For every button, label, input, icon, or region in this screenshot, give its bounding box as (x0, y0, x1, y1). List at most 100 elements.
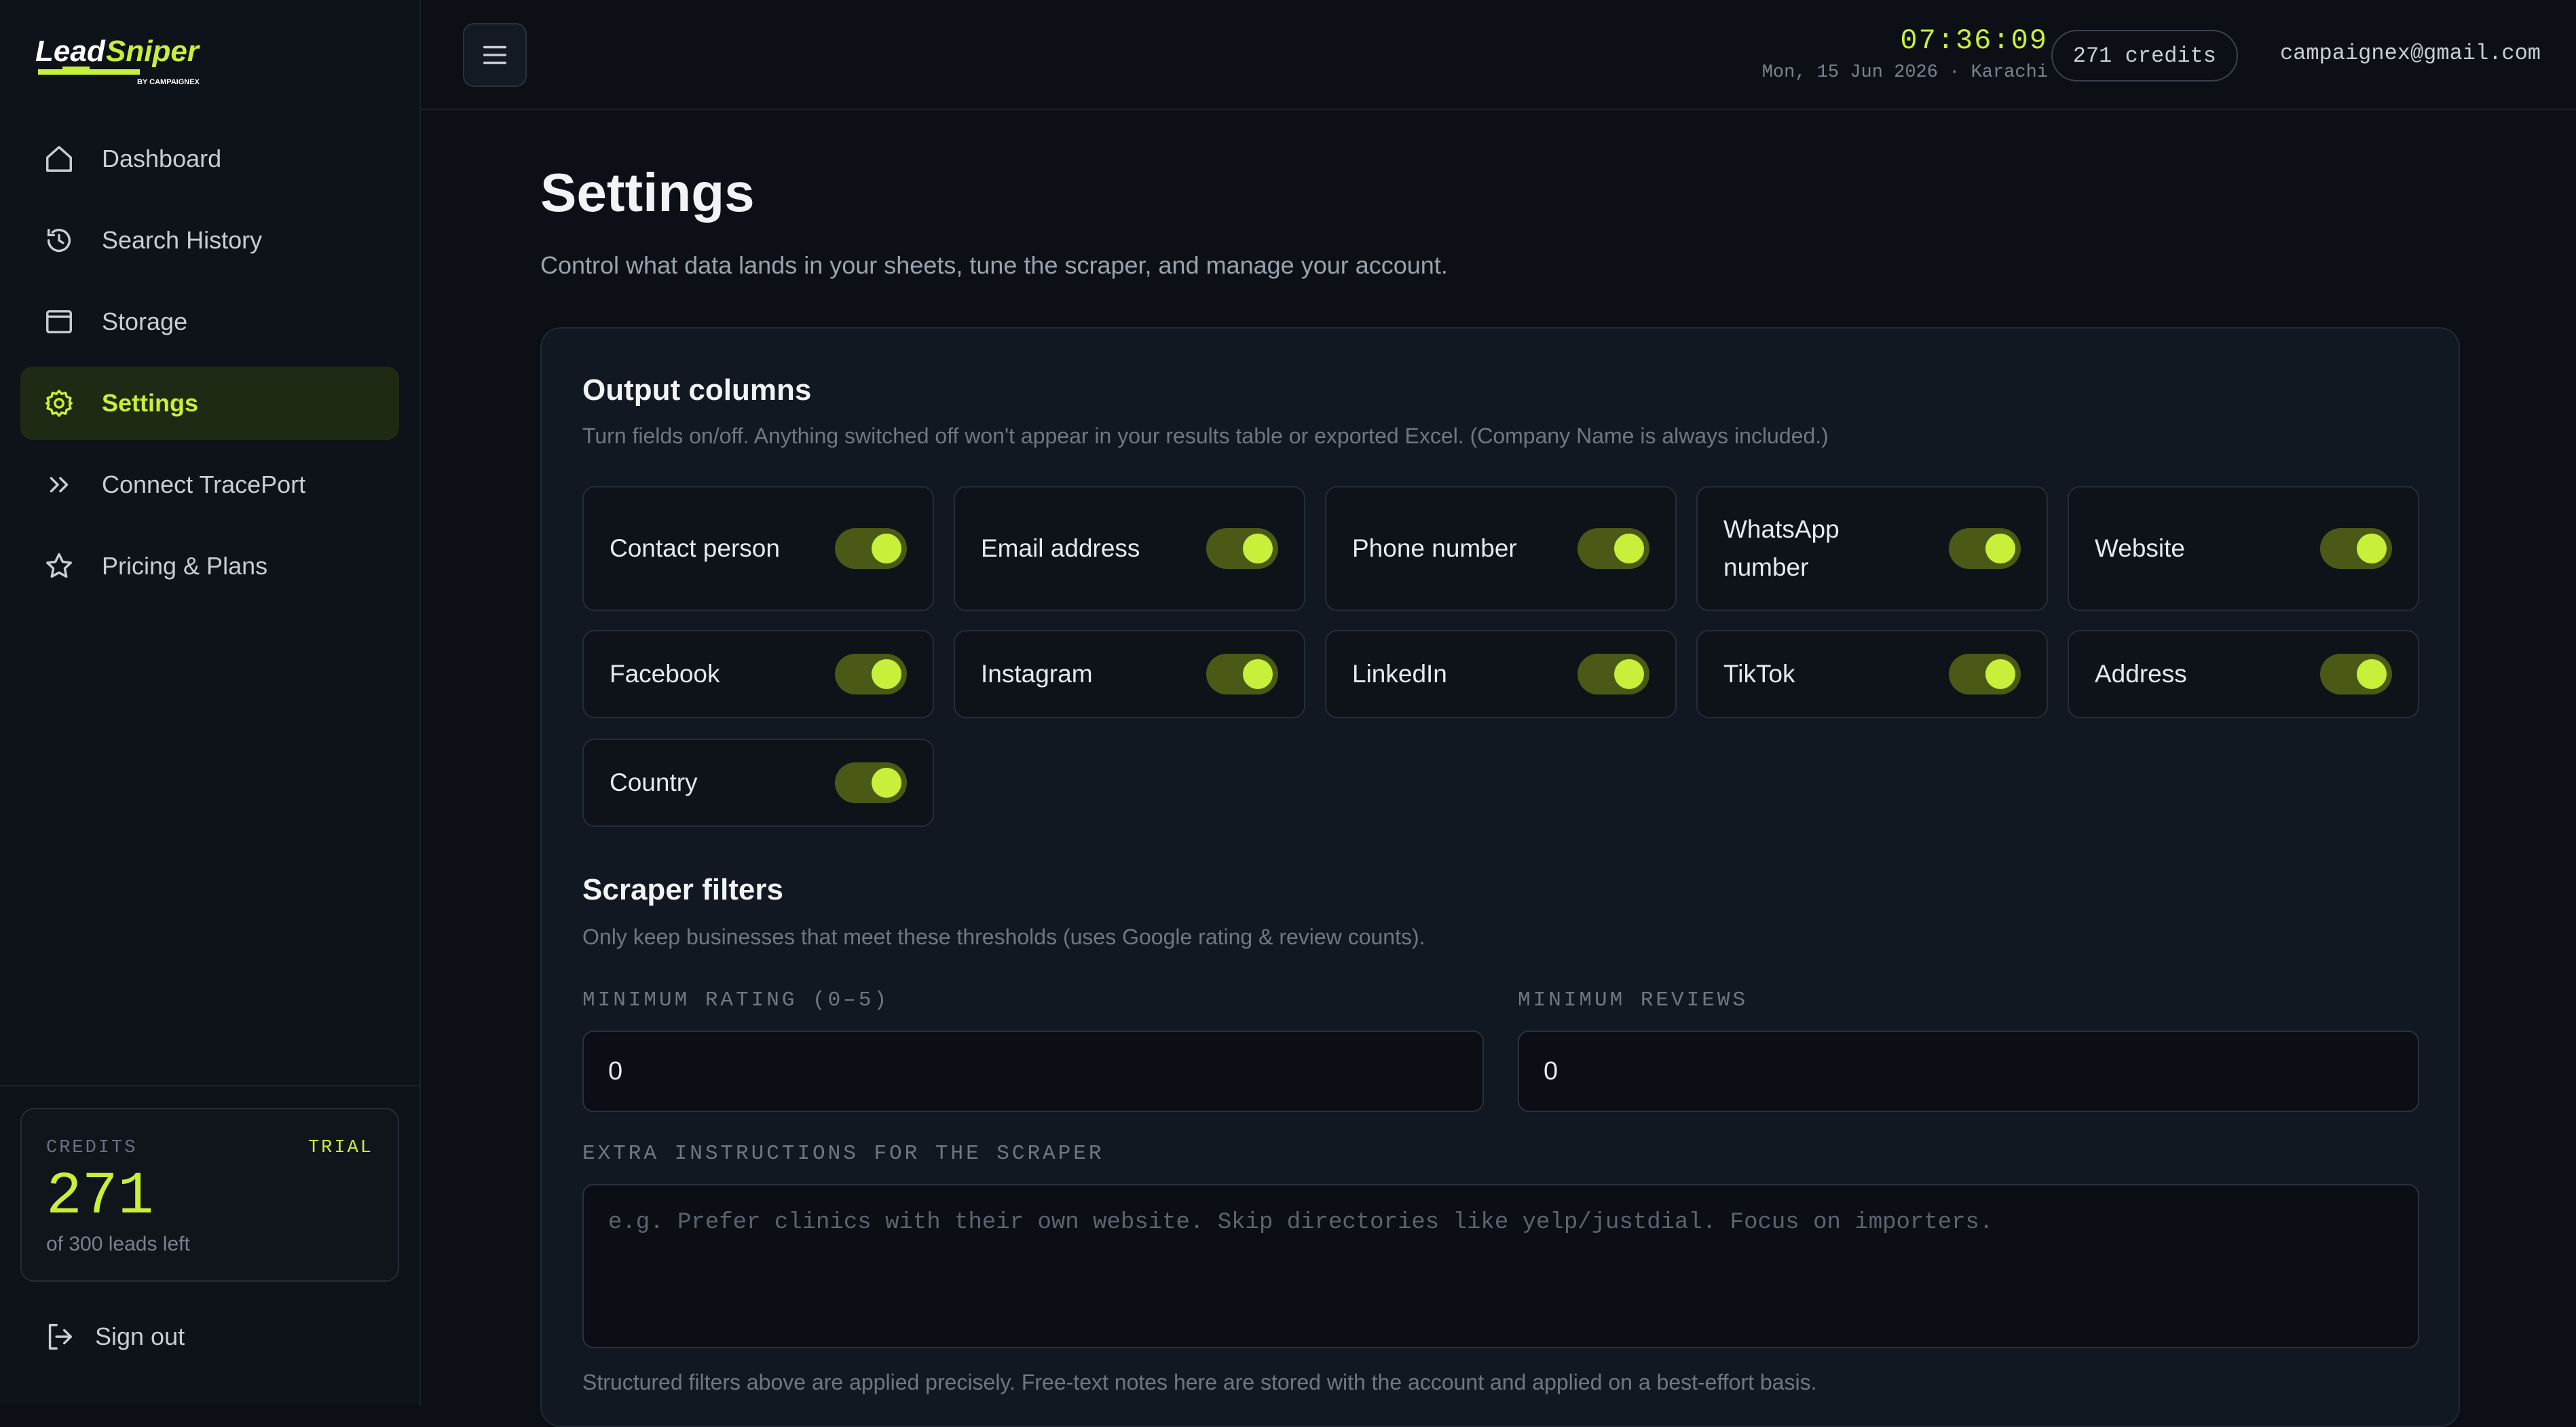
toggle-knob (1614, 659, 1644, 689)
sidebar-divider (0, 1085, 421, 1086)
column-label: Contact person (610, 534, 780, 562)
sidebar-item-search-history[interactable]: Search History (20, 204, 399, 277)
star-icon (43, 551, 75, 582)
archive-icon (43, 306, 75, 337)
toggle-switch[interactable] (1949, 654, 2021, 694)
svg-text:Sniper: Sniper (106, 35, 201, 68)
toggle-knob (1243, 659, 1273, 689)
column-label: Country (610, 768, 698, 796)
sidebar-item-label: Storage (102, 308, 188, 335)
toggle-switch[interactable] (835, 528, 907, 569)
min-reviews-input[interactable]: 0 (1518, 1031, 2419, 1112)
main-content: 07:36:09 Mon, 15 Jun 2026 · Karachi 271 … (421, 0, 2576, 1427)
sidebar-item-label: Dashboard (102, 145, 222, 172)
credits-card: CREDITS TRIAL 271 of 300 leads left (20, 1108, 399, 1282)
column-label: Website (2095, 534, 2185, 562)
column-toggle-instagram[interactable]: Instagram (954, 630, 1305, 718)
column-toggle-contact-person[interactable]: Contact person (582, 486, 934, 611)
home-icon (43, 143, 75, 174)
sidebar-item-pricing[interactable]: Pricing & Plans (20, 530, 399, 603)
toggle-knob (872, 534, 901, 563)
credits-pill[interactable]: 271 credits (2051, 30, 2238, 81)
toggle-switch[interactable] (835, 654, 907, 694)
sidebar-item-label: Pricing & Plans (102, 552, 268, 580)
clock: 07:36:09 Mon, 15 Jun 2026 · Karachi (1762, 24, 2048, 83)
account-email[interactable]: campaignex@gmail.com (2280, 41, 2541, 66)
column-toggle-address[interactable]: Address (2068, 630, 2419, 718)
column-label: Phone number (1352, 534, 1517, 562)
toggle-switch[interactable] (1578, 528, 1649, 569)
column-toggle-country[interactable]: Country (582, 739, 934, 827)
column-label: Facebook (610, 660, 720, 688)
toggle-switch[interactable] (835, 762, 907, 803)
column-toggle-phone-number[interactable]: Phone number (1325, 486, 1677, 611)
column-label: Instagram (981, 660, 1093, 688)
column-toggle-website[interactable]: Website (2068, 486, 2419, 611)
toggle-switch[interactable] (1949, 528, 2021, 569)
toggle-knob (1985, 659, 2015, 689)
page-title: Settings (540, 162, 755, 223)
sign-out-label: Sign out (95, 1322, 185, 1350)
toggle-switch[interactable] (2320, 654, 2392, 694)
sign-out-button[interactable]: Sign out (43, 1321, 185, 1352)
gear-icon (43, 388, 75, 419)
column-label: WhatsApp number (1723, 515, 1840, 581)
column-toggle-whatsapp-number[interactable]: WhatsApp number (1696, 486, 2048, 611)
sidebar-item-connect-traceport[interactable]: Connect TracePort (20, 448, 399, 521)
toggle-knob (2357, 534, 2387, 563)
extra-instructions-label: EXTRA INSTRUCTIONS FOR THE SCRAPER (582, 1142, 1104, 1166)
sidebar-item-label: Settings (102, 389, 199, 417)
brand-logo[interactable]: Lead Sniper BY CAMPAIGNEX (35, 30, 212, 88)
toggle-switch[interactable] (1206, 528, 1278, 569)
credits-count: 271 (46, 1164, 154, 1231)
output-columns-desc: Turn fields on/off. Anything switched of… (582, 424, 1829, 448)
column-toggle-linkedin[interactable]: LinkedIn (1325, 630, 1677, 718)
plan-badge: TRIAL (307, 1138, 373, 1158)
scraper-filters-title: Scraper filters (582, 873, 783, 906)
toggle-knob (1985, 534, 2015, 563)
sidebar-item-settings[interactable]: Settings (20, 367, 399, 440)
svg-text:Lead: Lead (35, 35, 106, 68)
column-label: LinkedIn (1352, 660, 1447, 688)
column-toggle-facebook[interactable]: Facebook (582, 630, 934, 718)
output-columns-title: Output columns (582, 373, 812, 407)
toggle-knob (1243, 534, 1273, 563)
clock-date: Mon, 15 Jun 2026 · Karachi (1761, 62, 2048, 83)
topbar: 07:36:09 Mon, 15 Jun 2026 · Karachi 271 … (421, 0, 2576, 110)
credits-label: CREDITS (46, 1138, 138, 1158)
sidebar-nav: Dashboard Search History Storage Setting… (20, 122, 399, 611)
page-subtitle: Control what data lands in your sheets, … (540, 251, 1448, 279)
credits-sub: of 300 leads left (46, 1233, 190, 1255)
sidebar-item-storage[interactable]: Storage (20, 285, 399, 358)
menu-toggle-button[interactable] (463, 23, 527, 87)
toggle-switch[interactable] (1206, 654, 1278, 694)
min-rating-label: MINIMUM RATING (0–5) (582, 988, 890, 1012)
column-label: Email address (981, 534, 1140, 562)
min-rating-input[interactable]: 0 (582, 1031, 1484, 1112)
sidebar-item-label: Connect TracePort (102, 470, 306, 498)
clock-time: 07:36:09 (1900, 24, 2048, 57)
column-toggle-tiktok[interactable]: TikTok (1696, 630, 2048, 718)
sidebar-item-label: Search History (102, 226, 263, 254)
toggle-switch[interactable] (1578, 654, 1649, 694)
sidebar: Lead Sniper BY CAMPAIGNEX Dashboard Sear… (0, 0, 421, 1405)
scraper-filters-desc: Only keep businesses that meet these thr… (582, 925, 1425, 949)
sign-out-icon (48, 1324, 72, 1350)
column-toggle-email-address[interactable]: Email address (954, 486, 1305, 611)
chevrons-right-icon (43, 469, 75, 500)
settings-panel: Output columns Turn fields on/off. Anyth… (540, 327, 2460, 1427)
filters-note: Structured filters above are applied pre… (582, 1370, 1817, 1394)
sidebar-item-dashboard[interactable]: Dashboard (20, 122, 399, 196)
column-label: Address (2095, 660, 2187, 688)
extra-instructions-textarea[interactable]: e.g. Prefer clinics with their own websi… (582, 1184, 2419, 1348)
toggle-knob (872, 768, 901, 798)
toggle-switch[interactable] (2320, 528, 2392, 569)
column-label: TikTok (1723, 660, 1795, 688)
app-root: Lead Sniper BY CAMPAIGNEX Dashboard Sear… (0, 0, 2576, 1427)
svg-text:BY CAMPAIGNEX: BY CAMPAIGNEX (137, 78, 200, 86)
min-reviews-label: MINIMUM REVIEWS (1518, 988, 1749, 1012)
hamburger-icon (483, 45, 507, 64)
toggle-knob (872, 659, 901, 689)
toggle-knob (2357, 659, 2387, 689)
history-icon (43, 225, 75, 256)
